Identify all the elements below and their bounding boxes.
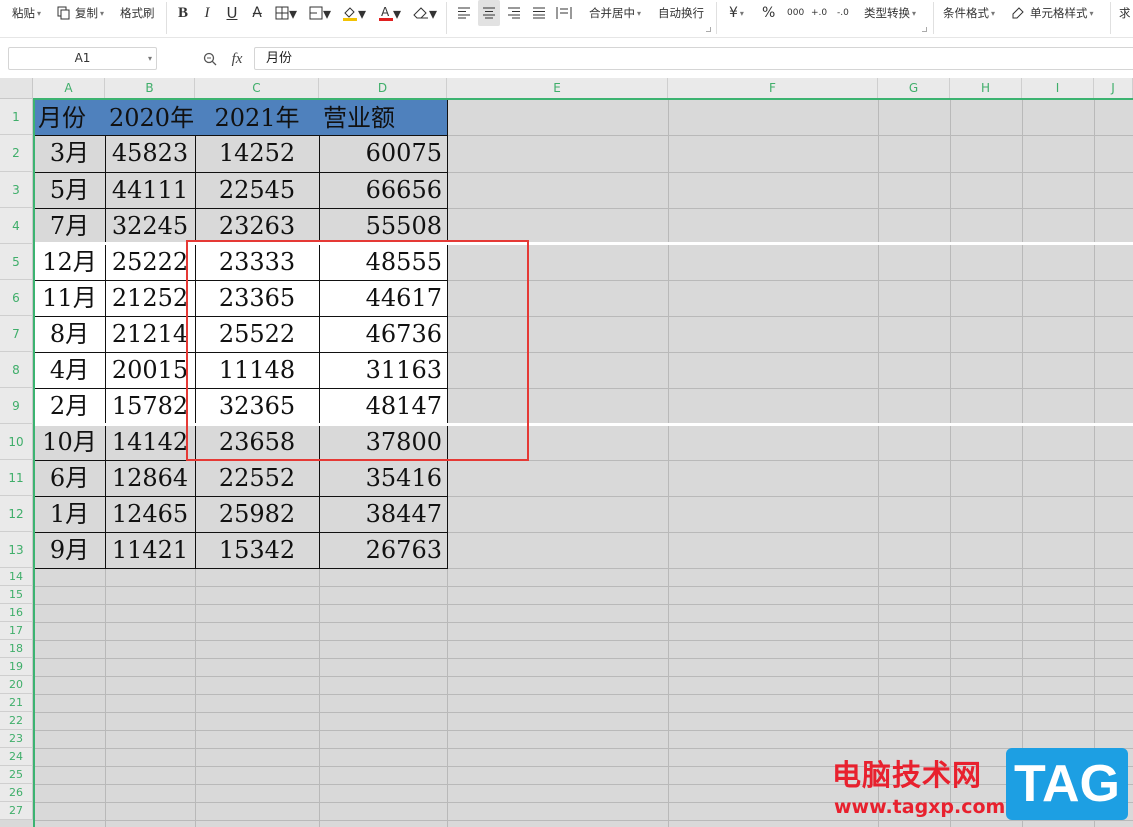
clear-format-icon[interactable]: ▾ (412, 0, 438, 26)
ribbon-toolbar: 粘贴 ▾ 复制 ▾ 格式刷 B I U A̶ ▾ ▾ ▾ A ▾ ▾ 合并居中 ▾ 自动… (0, 0, 1133, 38)
row-header[interactable]: 20 (0, 676, 33, 694)
column-header[interactable]: J (1094, 78, 1133, 99)
row-header[interactable]: 4 (0, 208, 33, 244)
row-header[interactable]: 7 (0, 316, 33, 352)
separator (166, 2, 167, 34)
formula-input[interactable]: 月份 (254, 47, 1133, 70)
dialog-launcher-icon[interactable] (922, 27, 927, 32)
row-header[interactable]: 13 (0, 532, 33, 568)
row-header[interactable]: 23 (0, 730, 33, 748)
column-header[interactable]: D (319, 78, 447, 99)
bold-icon[interactable]: B (175, 0, 191, 26)
watermark-site-name: 电脑技术网 (832, 758, 983, 792)
separator (716, 2, 717, 34)
percent-button[interactable]: % (762, 0, 775, 26)
format-painter-button[interactable]: 格式刷 (120, 0, 155, 26)
separator (1110, 2, 1111, 34)
column-header[interactable]: E (447, 78, 668, 99)
cell-style-button[interactable]: 单元格样式 ▾ (1030, 0, 1094, 26)
italic-icon[interactable]: I (200, 0, 214, 26)
currency-button[interactable]: ¥ ▾ (729, 0, 744, 26)
conditional-format-button[interactable]: 条件格式 ▾ (943, 0, 995, 26)
row-header[interactable]: 2 (0, 135, 33, 172)
align-right-icon[interactable] (506, 0, 522, 26)
copy-icon[interactable] (56, 0, 72, 26)
row-header[interactable]: 27 (0, 802, 33, 820)
select-all-corner[interactable] (0, 78, 33, 99)
justify-icon[interactable] (531, 0, 547, 26)
row-header[interactable]: 24 (0, 748, 33, 766)
row-header[interactable]: 14 (0, 568, 33, 586)
wrap-text-button[interactable]: 自动换行 (658, 0, 704, 26)
row-header[interactable]: 3 (0, 172, 33, 208)
merge-center-button[interactable]: 合并居中 ▾ (589, 0, 641, 26)
row-header[interactable]: 1 (0, 99, 33, 135)
row-header[interactable]: 9 (0, 388, 33, 424)
separator (933, 2, 934, 34)
spreadsheet-window: { "toolbar": { "paste_label": "粘贴", "cop… (0, 0, 1133, 827)
row-header[interactable]: 15 (0, 586, 33, 604)
name-box[interactable]: A1 ▾ (8, 47, 157, 70)
row-header[interactable]: 19 (0, 658, 33, 676)
row-header[interactable]: 6 (0, 280, 33, 316)
row-header[interactable]: 22 (0, 712, 33, 730)
column-header[interactable]: G (878, 78, 950, 99)
sum-button[interactable]: 求 (1119, 0, 1131, 26)
dialog-launcher-icon[interactable] (706, 27, 711, 32)
row-header[interactable]: 5 (0, 244, 33, 280)
border-icon[interactable]: ▾ (275, 0, 297, 26)
row-header[interactable]: 16 (0, 604, 33, 622)
column-header[interactable]: B (105, 78, 195, 99)
align-center-icon[interactable] (478, 0, 500, 26)
thousands-separator-button[interactable]: 000 (787, 0, 804, 26)
strikethrough-icon[interactable]: A̶ (249, 0, 265, 26)
watermark-url: www.tagxp.com (834, 796, 1006, 818)
cell-style-icon[interactable] (1010, 0, 1026, 26)
row-header[interactable]: 10 (0, 424, 33, 460)
chevron-down-icon[interactable]: ▾ (148, 48, 152, 69)
paste-button[interactable]: 粘贴 ▾ (12, 0, 41, 26)
watermark-logo: TAG (1006, 748, 1128, 820)
underline-icon[interactable]: U (224, 0, 240, 26)
copy-button[interactable]: 复制 ▾ (75, 0, 104, 26)
row-header[interactable]: 26 (0, 784, 33, 802)
type-convert-button[interactable]: 类型转换 ▾ (864, 0, 916, 26)
column-header[interactable]: A (33, 78, 105, 99)
increase-decimal-button[interactable]: +.0 (811, 0, 827, 26)
decrease-decimal-button[interactable]: -.0 (837, 0, 849, 26)
row-header[interactable]: 11 (0, 460, 33, 496)
distributed-align-icon[interactable] (555, 0, 573, 26)
zoom-search-icon[interactable] (202, 46, 218, 72)
cell-merge-icon[interactable]: ▾ (308, 0, 332, 26)
selection-outline (33, 98, 1133, 827)
column-header[interactable]: F (668, 78, 878, 99)
separator (446, 2, 447, 34)
insert-function-button[interactable]: fx (226, 46, 248, 72)
row-header[interactable]: 8 (0, 352, 33, 388)
row-header[interactable]: 18 (0, 640, 33, 658)
row-header[interactable]: 17 (0, 622, 33, 640)
align-left-icon[interactable] (456, 0, 472, 26)
fill-color-icon[interactable]: ▾ (342, 0, 366, 26)
svg-text:A: A (381, 5, 390, 19)
formula-bar: A1 ▾ fx 月份 (0, 43, 1133, 75)
column-header[interactable]: I (1022, 78, 1094, 99)
font-color-icon[interactable]: A ▾ (378, 0, 402, 26)
column-header[interactable]: C (195, 78, 319, 99)
worksheet-grid[interactable]: A B C D E F G H I J 1 2 3 4 5 6 7 8 9 10 11 12 13 14 15 16 17 18 19 2… (0, 78, 1133, 827)
highlight-box (186, 240, 529, 461)
column-header[interactable]: H (950, 78, 1022, 99)
row-header[interactable]: 25 (0, 766, 33, 784)
row-header[interactable]: 21 (0, 694, 33, 712)
row-header[interactable]: 12 (0, 496, 33, 532)
